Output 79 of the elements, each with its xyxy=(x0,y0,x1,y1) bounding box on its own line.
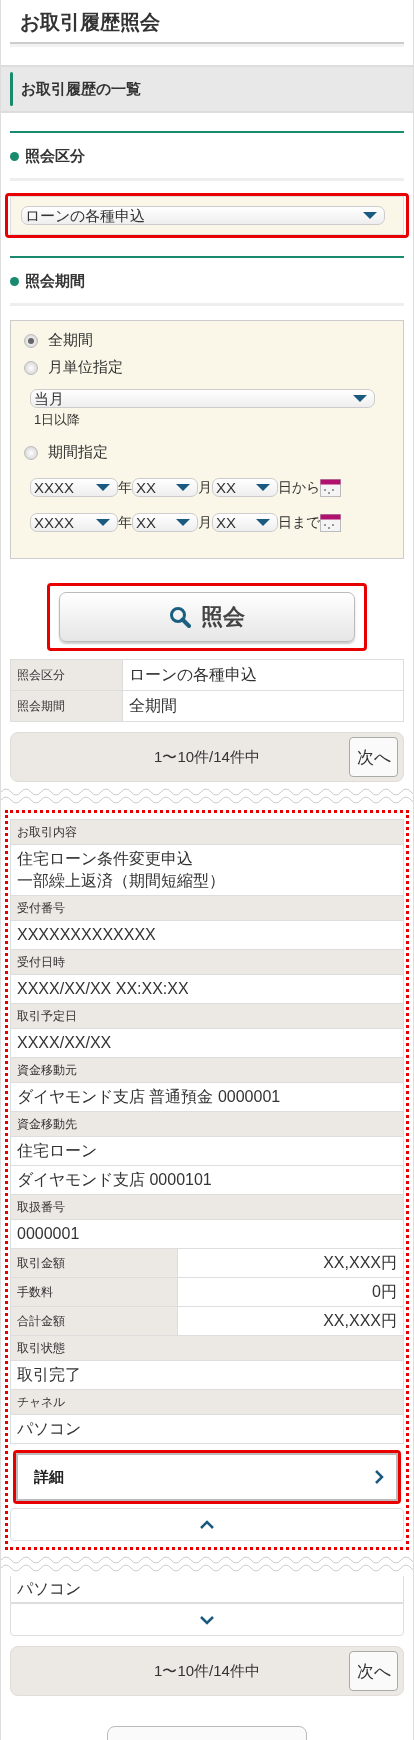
calendar-icon[interactable] xyxy=(320,513,341,532)
unit-label: 月 xyxy=(198,513,212,532)
dropdown-arrow-icon xyxy=(95,518,111,527)
field-label: チャネル xyxy=(10,1389,404,1414)
subsection-title: 照会区分 xyxy=(25,147,85,166)
next-button[interactable]: 次へ xyxy=(349,1651,398,1691)
hint-text: 1日以降 xyxy=(34,411,82,429)
field-label: 取扱番号 xyxy=(10,1194,404,1219)
radio-button[interactable] xyxy=(24,333,38,348)
field-label: 資金移動先 xyxy=(10,1111,404,1136)
field-value: XXXX/XX/XX XX:XX:XX xyxy=(10,974,404,1003)
bullet-icon xyxy=(10,152,19,161)
dropdown-arrow-icon xyxy=(255,483,271,492)
field-value: XX,XXX円 xyxy=(178,1306,404,1335)
dropdown-arrow-icon xyxy=(175,483,191,492)
search-button[interactable]: 照会 xyxy=(59,592,355,642)
field-value: 一部繰上返済（期間短縮型） xyxy=(17,871,225,891)
field-value: 住宅ローン条件変更申込 xyxy=(17,849,193,869)
dropdown[interactable]: XXXX xyxy=(30,478,118,497)
field-label: 手数料 xyxy=(10,1277,178,1306)
field-label: 受付番号 xyxy=(10,895,404,920)
dropdown-arrow-icon xyxy=(362,211,378,220)
unit-label: 年 xyxy=(118,513,132,532)
result-count: 1〜10件/14件中 xyxy=(154,1661,260,1681)
radio-label: 月単位指定 xyxy=(48,358,123,377)
radio-button[interactable] xyxy=(24,360,38,375)
field-value: 0円 xyxy=(178,1277,404,1306)
field-value: パソコン xyxy=(10,1414,404,1443)
dropdown-arrow-icon xyxy=(175,518,191,527)
result-count: 1〜10件/14件中 xyxy=(154,747,260,767)
radio-label: 期間指定 xyxy=(48,443,108,462)
calendar-icon[interactable] xyxy=(320,478,341,497)
table-header-cell: 照会期間 xyxy=(11,691,123,722)
field-value: 住宅ローン xyxy=(10,1136,404,1165)
field-value: パソコン xyxy=(10,1576,404,1603)
dropdown[interactable]: 当月 xyxy=(30,389,375,408)
unit-label: 月 xyxy=(198,478,212,497)
unit-label: 日から xyxy=(278,478,320,497)
dropdown[interactable]: XX xyxy=(212,513,278,532)
dropdown[interactable]: XXXX xyxy=(30,513,118,532)
unit-label: 日まで xyxy=(278,513,320,532)
chevron-right-icon xyxy=(374,1469,384,1485)
field-value: ダイヤモンド支店 普通預金 0000001 xyxy=(10,1082,404,1111)
dropdown[interactable]: XX xyxy=(132,513,198,532)
page-title: お取引履歴照会 xyxy=(19,10,161,35)
field-label: 受付日時 xyxy=(10,949,404,974)
field-label: 取引予定日 xyxy=(10,1003,404,1028)
field-value: XX,XXX円 xyxy=(178,1248,404,1277)
section-title: お取引履歴の一覧 xyxy=(21,79,141,99)
chevron-down-icon xyxy=(199,1614,215,1625)
field-label: 取引金額 xyxy=(10,1248,178,1277)
dropdown-arrow-icon xyxy=(352,394,368,403)
field-label: お取引内容 xyxy=(10,819,404,844)
subsection-title: 照会期間 xyxy=(25,272,85,291)
field-label: 資金移動元 xyxy=(10,1057,404,1082)
table-header-cell: 照会区分 xyxy=(11,660,123,691)
accent-bar xyxy=(10,72,13,106)
dropdown-arrow-icon xyxy=(255,518,271,527)
search-icon xyxy=(169,606,191,628)
radio-button[interactable] xyxy=(24,445,38,460)
field-value: XXXX/XX/XX xyxy=(10,1028,404,1057)
bullet-icon xyxy=(10,277,19,286)
field-value: ダイヤモンド支店 0000101 xyxy=(10,1165,404,1194)
field-label: 合計金額 xyxy=(10,1306,178,1335)
dropdown-arrow-icon xyxy=(95,483,111,492)
field-label: 取引状態 xyxy=(10,1335,404,1360)
radio-label: 全期間 xyxy=(48,331,93,350)
field-value: 取引完了 xyxy=(10,1360,404,1389)
dropdown[interactable]: XX xyxy=(212,478,278,497)
expand-button[interactable] xyxy=(10,1603,404,1636)
next-button[interactable]: 次へ xyxy=(349,737,398,777)
collapse-button[interactable] xyxy=(10,1508,404,1541)
chevron-up-icon xyxy=(199,1519,215,1530)
dropdown[interactable]: ローンの各種申込 xyxy=(21,206,385,225)
dropdown[interactable]: XX xyxy=(132,478,198,497)
field-value: XXXXXXXXXXXXX xyxy=(10,920,404,949)
detail-button[interactable]: 詳細 xyxy=(16,1453,398,1501)
field-value: 0000001 xyxy=(10,1219,404,1248)
unit-label: 年 xyxy=(118,478,132,497)
